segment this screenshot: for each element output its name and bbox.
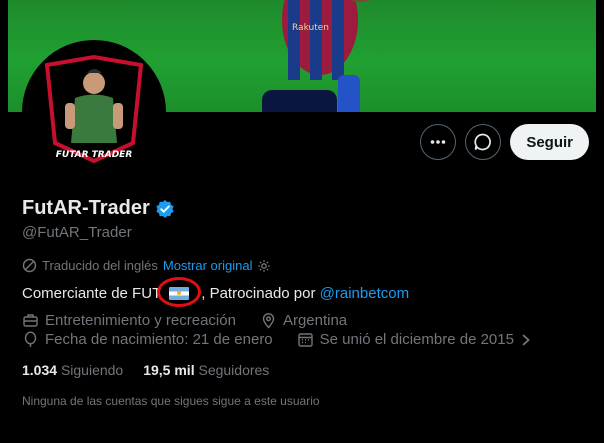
calendar-icon bbox=[297, 333, 313, 347]
briefcase-icon bbox=[23, 314, 38, 327]
flag-highlight bbox=[157, 277, 202, 307]
location-pin-icon bbox=[262, 313, 275, 329]
translation-notice: Traducido del inglés Mostrar original bbox=[22, 258, 271, 273]
bio-text-prefix: Comerciante de FU bbox=[22, 284, 153, 302]
profile-bio: Comerciante de FU T , Patrocinado por @ra… bbox=[22, 277, 409, 307]
profile-birthday: Fecha de nacimiento: 21 de enero bbox=[45, 331, 273, 348]
message-icon bbox=[474, 133, 492, 151]
avatar-image: FUTAR TRADER bbox=[25, 43, 163, 181]
display-name-row: FutAR-Trader bbox=[22, 197, 175, 220]
profile-location: Argentina bbox=[282, 312, 348, 329]
follow-stats: 1.034 Siguiendo 19,5 mil Seguidores bbox=[22, 362, 269, 378]
profile-avatar[interactable]: FUTAR TRADER bbox=[22, 40, 166, 184]
profile-category: Entretenimiento y recreación bbox=[45, 312, 236, 329]
following-count: 1.034 bbox=[22, 362, 58, 378]
message-button[interactable] bbox=[465, 124, 502, 160]
banner-player-image: Rakuten bbox=[262, 0, 370, 112]
bio-mention-link[interactable]: @rainbetcom bbox=[320, 285, 409, 302]
verified-badge-icon[interactable] bbox=[155, 199, 175, 219]
svg-text:Rakuten: Rakuten bbox=[292, 23, 329, 33]
followers-label: Seguidores bbox=[198, 362, 270, 378]
followers-you-know: Ninguna de las cuentas que sigues sigue … bbox=[22, 394, 320, 408]
translate-icon bbox=[22, 258, 37, 273]
profile-meta-row: Entretenimiento y recreación Argentina bbox=[22, 312, 347, 329]
profile-joined: Se unió el diciembre de 2015 bbox=[319, 331, 514, 348]
balloon-icon bbox=[24, 331, 37, 347]
following-label: Siguiendo bbox=[60, 362, 124, 378]
translation-label: Traducido del inglés bbox=[42, 258, 158, 273]
follow-button[interactable]: Seguir bbox=[510, 124, 589, 160]
gear-icon[interactable] bbox=[257, 259, 271, 273]
more-horizontal-icon bbox=[431, 140, 446, 144]
banner-edge bbox=[0, 0, 8, 112]
avatar-text: FUTAR TRADER bbox=[56, 150, 133, 160]
bio-text-suffix: , Patrocinado por bbox=[201, 284, 320, 302]
display-name: FutAR-Trader bbox=[22, 197, 150, 219]
profile-handle: @FutAR_Trader bbox=[22, 224, 132, 241]
profile-meta-row: Fecha de nacimiento: 21 de enero Se unió… bbox=[22, 331, 532, 348]
profile-actions: Seguir bbox=[420, 124, 589, 160]
followers-count: 19,5 mil bbox=[143, 362, 195, 378]
followers-stat[interactable]: 19,5 mil Seguidores bbox=[143, 362, 269, 378]
following-stat[interactable]: 1.034 Siguiendo bbox=[22, 362, 123, 378]
chevron-right-icon[interactable] bbox=[520, 333, 532, 347]
show-original-link[interactable]: Mostrar original bbox=[163, 258, 253, 273]
red-circle-annotation bbox=[157, 277, 202, 307]
banner-edge bbox=[596, 0, 604, 112]
more-button[interactable] bbox=[420, 124, 457, 160]
